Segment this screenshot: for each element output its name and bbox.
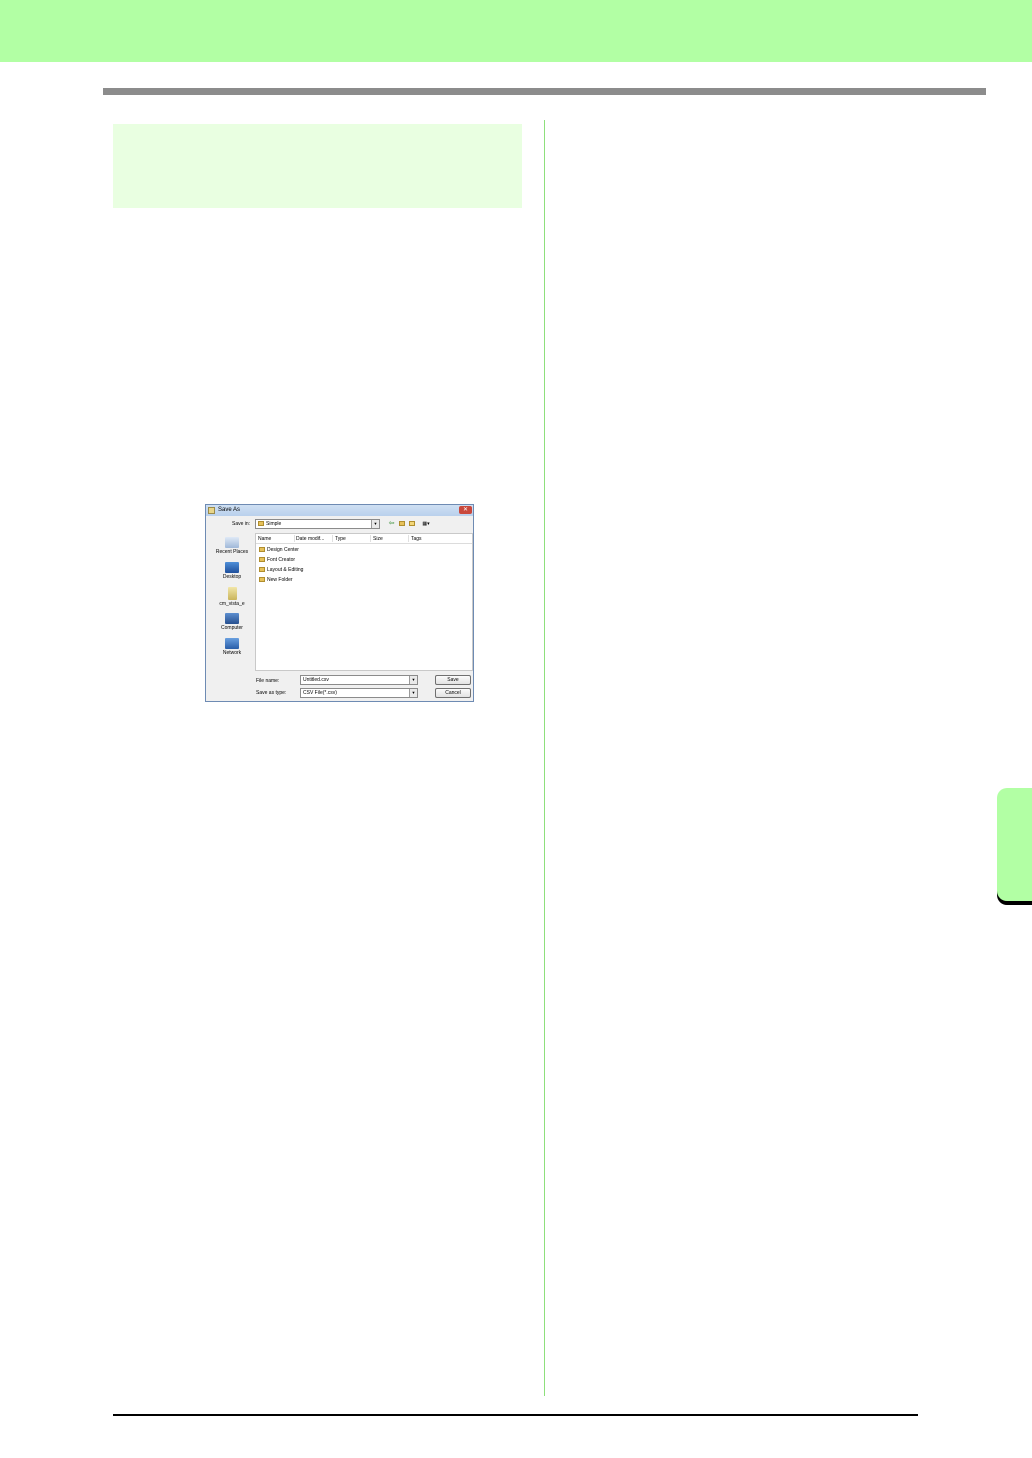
column-header-name[interactable]: Name [258, 536, 271, 542]
place-computer[interactable]: Computer [210, 613, 254, 631]
save-button[interactable]: Save [435, 675, 471, 685]
folder-name: New Folder [267, 577, 293, 583]
column-separator [408, 535, 409, 542]
place-label: Desktop [222, 574, 242, 580]
folder-icon [259, 557, 265, 563]
place-label: Network [222, 650, 242, 656]
folder-name: Font Creator [267, 557, 296, 563]
place-recent-places[interactable]: Recent Places [210, 537, 254, 555]
file-name-label: File name: [256, 678, 280, 684]
header-rule [103, 88, 986, 95]
dialog-titlebar: Save As ✕ [206, 505, 473, 516]
views-menu-icon[interactable]: ▦▾ [419, 520, 433, 528]
places-bar: Recent Places Desktop cm_vista_e Compute… [210, 533, 254, 683]
app-icon [208, 507, 215, 514]
column-separator [294, 535, 295, 542]
chevron-down-icon[interactable]: ▼ [409, 689, 417, 697]
new-folder-icon[interactable] [407, 520, 416, 528]
place-user[interactable]: cm_vista_e [210, 587, 254, 607]
save-as-type-value: CSV File(*.csv) [303, 690, 337, 696]
file-list-header: Name Date modif... Type Size Tags [256, 534, 472, 544]
save-in-label: Save in: [232, 521, 251, 527]
up-folder-icon[interactable] [397, 520, 406, 528]
folder-icon [259, 577, 265, 583]
folder-name: Layout & Editing [267, 567, 304, 573]
place-label: Computer [221, 625, 243, 631]
list-item[interactable]: Layout & Editing [259, 567, 303, 573]
computer-icon [225, 613, 239, 624]
close-icon[interactable]: ✕ [459, 506, 472, 514]
list-item[interactable]: Design Center [259, 547, 299, 553]
column-header-size[interactable]: Size [373, 536, 383, 542]
list-item[interactable]: New Folder [259, 577, 293, 583]
section-heading-box [113, 124, 522, 208]
place-label: Recent Places [215, 549, 249, 555]
header-band [0, 0, 1032, 62]
chapter-side-tab [997, 788, 1032, 901]
file-name-value: Untitled.csv [303, 677, 329, 683]
folder-name: Design Center [267, 547, 299, 553]
save-in-value: Simple [266, 521, 282, 527]
file-list[interactable]: Name Date modif... Type Size Tags Design… [255, 533, 473, 671]
column-separator [332, 535, 333, 542]
chevron-down-icon[interactable]: ▼ [409, 676, 417, 684]
folder-icon [258, 521, 264, 527]
back-arrow-icon[interactable]: ⇦ [387, 520, 396, 528]
column-header-date[interactable]: Date modif... [296, 536, 324, 542]
save-as-dialog: Save As ✕ Save in: Simple ▼ ⇦ ▦▾ Recent … [205, 504, 474, 702]
place-network[interactable]: Network [210, 638, 254, 656]
file-name-field[interactable]: Untitled.csv ▼ [300, 675, 418, 685]
column-divider [544, 120, 545, 1396]
column-separator [370, 535, 371, 542]
place-label: cm_vista_e [219, 601, 245, 607]
save-as-type-label: Save as type: [256, 690, 287, 696]
recent-places-icon [225, 537, 239, 548]
save-as-type-select[interactable]: CSV File(*.csv) ▼ [300, 688, 418, 698]
user-folder-icon [227, 587, 237, 600]
folder-icon [259, 567, 265, 573]
folder-icon [259, 547, 265, 553]
network-icon [225, 638, 239, 649]
dialog-title: Save As [218, 507, 241, 513]
desktop-icon [225, 562, 239, 573]
save-in-combo[interactable]: Simple ▼ [255, 519, 380, 529]
place-desktop[interactable]: Desktop [210, 562, 254, 580]
footer-rule [113, 1414, 918, 1416]
column-header-tags[interactable]: Tags [411, 536, 422, 542]
cancel-button[interactable]: Cancel [435, 688, 471, 698]
column-header-type[interactable]: Type [335, 536, 346, 542]
chevron-down-icon[interactable]: ▼ [371, 520, 379, 528]
list-item[interactable]: Font Creator [259, 557, 295, 563]
